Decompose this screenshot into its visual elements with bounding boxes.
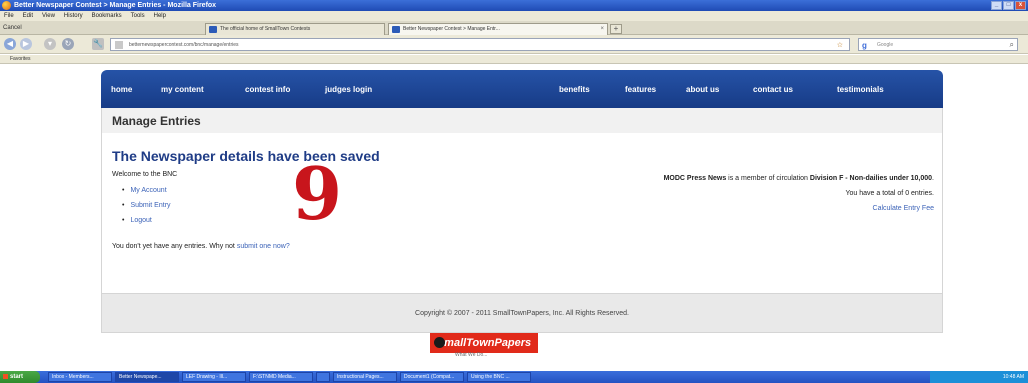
firefox-icon	[2, 1, 11, 10]
start-button[interactable]: start	[0, 371, 40, 383]
nav-about-us[interactable]: about us	[686, 85, 719, 94]
page-title: Manage Entries	[112, 114, 201, 128]
tab-cancel[interactable]: Cancel	[3, 23, 22, 33]
menu-help[interactable]: Help	[154, 11, 166, 21]
content-area: The Newspaper details have been saved We…	[101, 133, 943, 293]
menu-file[interactable]: File	[4, 11, 14, 21]
tab-label: Better Newspaper Contest > Manage Entr..…	[403, 26, 500, 32]
list-item: Submit Entry	[122, 202, 170, 217]
window-title: Better Newspaper Contest > Manage Entrie…	[14, 2, 217, 9]
logo-mark-icon	[434, 337, 445, 348]
menu-bar: File Edit View History Bookmarks Tools H…	[0, 11, 1028, 21]
no-entries-text: You don't yet have any entries. Why not	[112, 243, 237, 250]
welcome-text: Welcome to the BNC	[112, 171, 178, 178]
nav-my-content[interactable]: my content	[161, 85, 204, 94]
search-box[interactable]: g Google ⌕	[858, 38, 1018, 51]
tab-bnc[interactable]: Better Newspaper Contest > Manage Entr..…	[388, 23, 608, 35]
nav-home[interactable]: home	[111, 85, 132, 94]
close-tab-icon[interactable]: ×	[600, 24, 604, 35]
page-icon	[392, 26, 400, 33]
page-title-box: Manage Entries	[101, 108, 943, 133]
url-text: betternewspapercontest.com/bnc/manage/en…	[129, 42, 239, 48]
search-icon[interactable]: ⌕	[1010, 39, 1014, 51]
menu-tools[interactable]: Tools	[131, 11, 145, 21]
smalltownpapers-logo[interactable]: SmallTownPapers	[430, 333, 538, 353]
windows-taskbar: start Inbox - Members... Better Newspape…	[0, 371, 1028, 383]
menu-view[interactable]: View	[42, 11, 55, 21]
logout-link[interactable]: Logout	[130, 217, 151, 224]
nav-contact-us[interactable]: contact us	[753, 85, 793, 94]
navigation-toolbar: ◀ ▶ ▾ ↻ 🔧 betternewspapercontest.com/bnc…	[0, 35, 1028, 54]
taskbar-item[interactable]: Using the BNC ...	[467, 372, 531, 382]
my-account-link[interactable]: My Account	[130, 187, 166, 194]
logo-text: SmallTownPapers	[436, 337, 532, 349]
google-icon: g	[862, 41, 867, 50]
logo-tagline: What We Do...	[455, 352, 488, 358]
tab-bar: Cancel The official home of SmallTown Co…	[0, 21, 1028, 35]
calculate-fee-link[interactable]: Calculate Entry Fee	[873, 205, 934, 212]
clock: 10:48 AM	[1002, 374, 1024, 380]
maximize-button[interactable]: □	[1003, 1, 1014, 10]
site-footer: Copyright © 2007 - 2011 SmallTownPapers,…	[101, 293, 943, 333]
bookmarks-toolbar: Favorites	[0, 55, 1028, 64]
menu-history[interactable]: History	[64, 11, 83, 21]
entries-total: You have a total of 0 entries.	[845, 190, 934, 197]
system-tray: 10:48 AM	[930, 371, 1028, 383]
site-nav: home my content contest info judges logi…	[101, 70, 943, 108]
site-container: home my content contest info judges logi…	[101, 70, 943, 333]
start-label: start	[10, 374, 24, 380]
submit-entry-link[interactable]: Submit Entry	[130, 202, 170, 209]
tools-icon[interactable]: 🔧	[92, 38, 104, 50]
membership-line: MODC Press News is a member of circulati…	[663, 175, 934, 182]
taskbar-item[interactable]	[316, 372, 330, 382]
site-favicon	[115, 41, 123, 49]
no-entries-message: You don't yet have any entries. Why not …	[112, 243, 290, 250]
taskbar-item[interactable]: Better Newspape...	[115, 372, 179, 382]
step-number-overlay: 9	[292, 151, 343, 236]
minimize-button[interactable]: _	[991, 1, 1002, 10]
submit-now-link[interactable]: submit one now?	[237, 243, 290, 250]
account-menu: My Account Submit Entry Logout	[122, 187, 171, 232]
menu-edit[interactable]: Edit	[23, 11, 33, 21]
nav-features[interactable]: features	[625, 85, 656, 94]
taskbar-item[interactable]: Document1 (Compat...	[400, 372, 464, 382]
taskbar-item[interactable]: LEF Drawing - Ill...	[182, 372, 246, 382]
taskbar-item[interactable]: F:\STNMD Media...	[249, 372, 313, 382]
new-tab-button[interactable]: +	[610, 24, 622, 34]
menu-bookmarks[interactable]: Bookmarks	[92, 11, 122, 21]
search-placeholder: Google	[877, 42, 894, 48]
nav-judges-login[interactable]: judges login	[325, 85, 372, 94]
tab-smalltown[interactable]: The official home of SmallTown Contests	[205, 23, 385, 35]
close-button[interactable]: x	[1015, 1, 1026, 10]
copyright-text: Copyright © 2007 - 2011 SmallTownPapers,…	[415, 310, 629, 317]
list-item: Logout	[122, 217, 171, 232]
nav-benefits[interactable]: benefits	[559, 85, 590, 94]
taskbar-item[interactable]: Inbox - Members...	[48, 372, 112, 382]
dropdown-arrow-icon[interactable]: ▾	[44, 38, 56, 50]
rss-icon[interactable]: ☆	[837, 40, 843, 52]
bookmark-favorites[interactable]: Favorites	[10, 56, 31, 62]
member-text: is a member of circulation	[726, 175, 810, 182]
paper-name: MODC Press News	[663, 175, 727, 182]
nav-testimonials[interactable]: testimonials	[837, 85, 884, 94]
window-controls: _ □ x	[991, 1, 1026, 10]
page-icon	[209, 26, 217, 33]
membership-info: MODC Press News is a member of circulati…	[664, 171, 934, 216]
nav-contest-info[interactable]: contest info	[245, 85, 290, 94]
window-titlebar: Better Newspaper Contest > Manage Entrie…	[0, 0, 1028, 11]
division-name: Division F - Non-dailies under 10,000	[809, 175, 933, 182]
forward-arrow-icon[interactable]: ▶	[20, 38, 32, 50]
tab-label: The official home of SmallTown Contests	[220, 26, 311, 32]
reload-icon[interactable]: ↻	[62, 38, 74, 50]
taskbar-item[interactable]: Instructional Pages...	[333, 372, 397, 382]
address-bar[interactable]: betternewspapercontest.com/bnc/manage/en…	[110, 38, 850, 51]
list-item: My Account	[122, 187, 171, 202]
back-arrow-icon[interactable]: ◀	[4, 38, 16, 50]
